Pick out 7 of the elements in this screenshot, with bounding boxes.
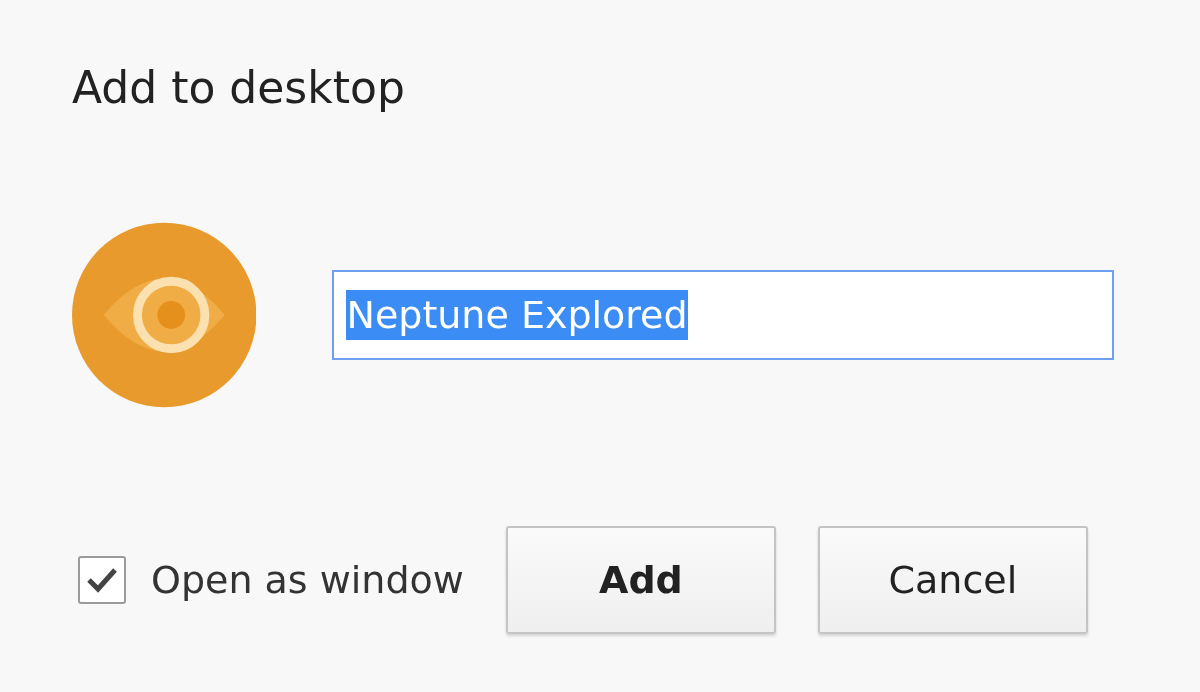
open-as-window-checkbox[interactable] <box>78 556 126 604</box>
checkmark-icon <box>86 566 118 594</box>
dialog-title: Add to desktop <box>72 61 406 115</box>
app-icon <box>72 222 257 408</box>
add-button[interactable]: Add <box>505 526 776 634</box>
checkbox-label: Open as window <box>151 558 464 602</box>
cancel-button[interactable]: Cancel <box>817 526 1088 634</box>
